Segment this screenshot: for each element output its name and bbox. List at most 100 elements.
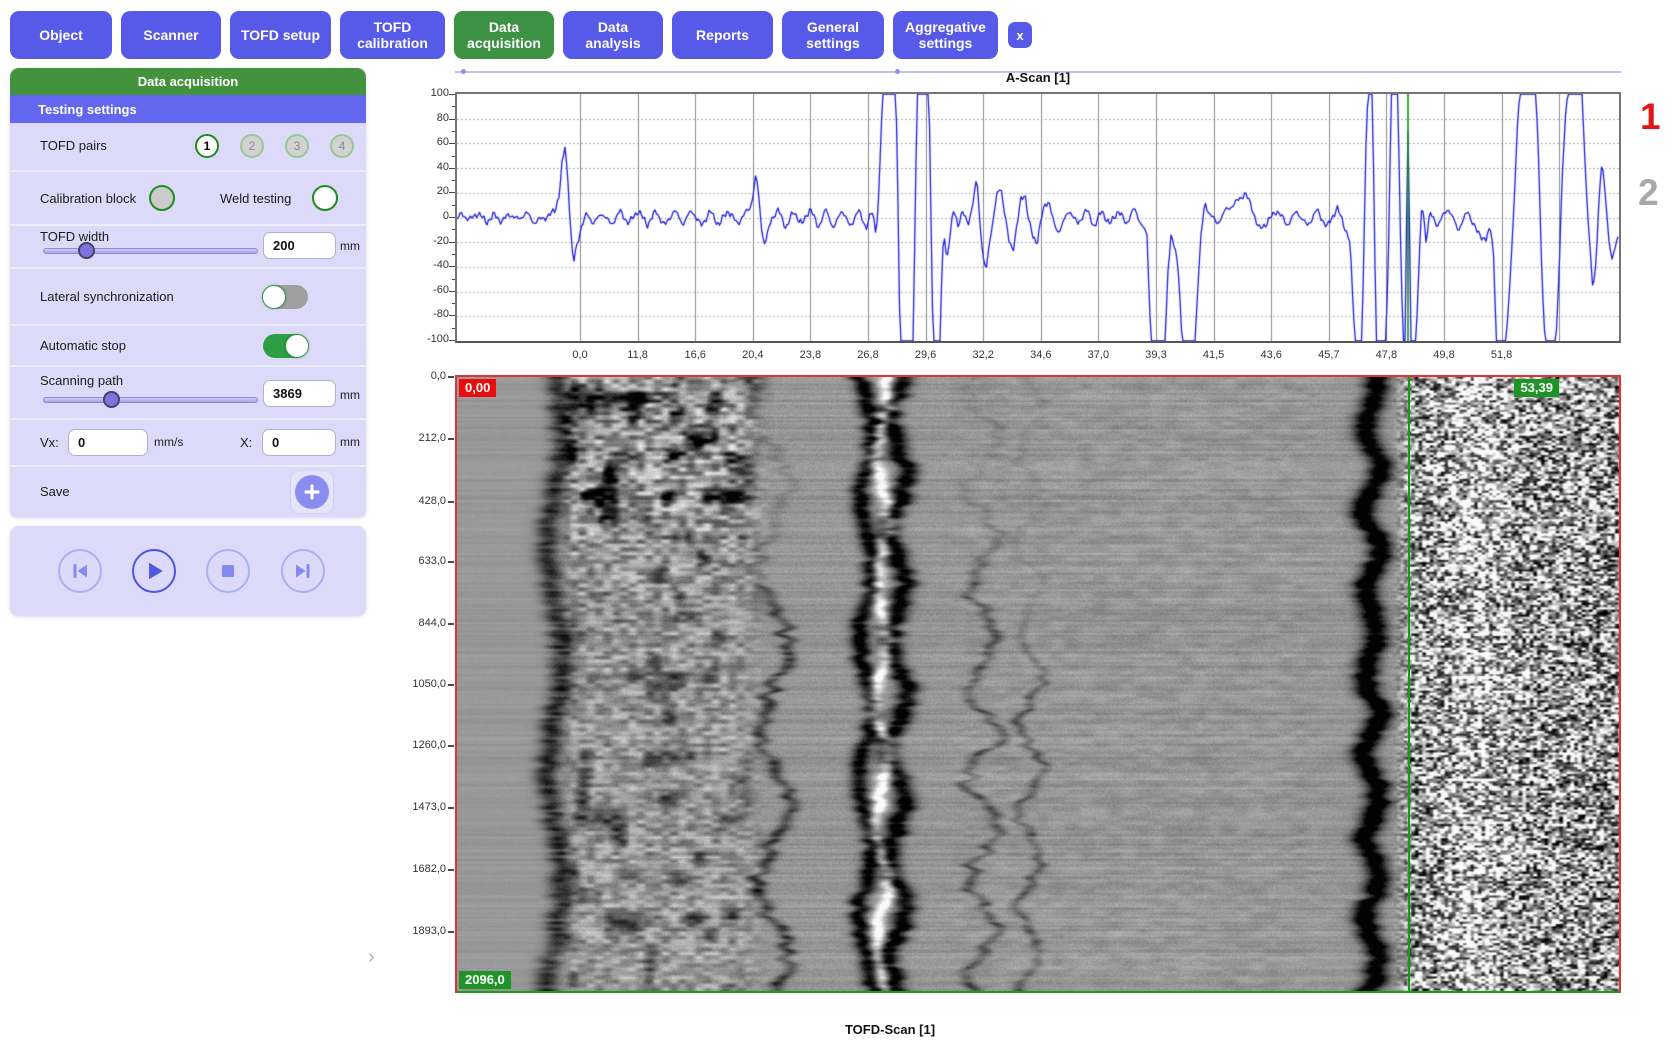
x-input[interactable] <box>262 429 336 456</box>
nav-button-data-acquisition[interactable]: Data acquisition <box>454 11 554 59</box>
vx-unit: mm/s <box>154 435 183 449</box>
tofd-width-input[interactable] <box>263 232 336 259</box>
ascan-y-tick-mark <box>449 340 455 341</box>
ascan-waveform-canvas[interactable] <box>457 94 1619 341</box>
close-button[interactable]: x <box>1008 22 1032 48</box>
vx-input[interactable] <box>68 429 148 456</box>
nav-button-tofd-calibration[interactable]: TOFD calibration <box>340 11 445 59</box>
ascan-y-tick-mark <box>452 205 455 206</box>
skip-to-start-button[interactable] <box>58 549 102 593</box>
resize-handle-icon[interactable]: › <box>368 946 375 969</box>
auto-stop-label: Automatic stop <box>40 338 126 353</box>
ascan-x-tick-label: 45,7 <box>1309 349 1349 361</box>
weld-testing-label: Weld testing <box>220 191 291 206</box>
nav-button-tofd-setup[interactable]: TOFD setup <box>230 11 331 59</box>
ascan-y-tick-mark <box>449 143 455 144</box>
skip-to-end-button[interactable] <box>281 549 325 593</box>
ascan-y-tick-mark <box>452 229 455 230</box>
nav-button-reports[interactable]: Reports <box>672 11 773 59</box>
lateral-sync-toggle-knob[interactable] <box>262 285 286 309</box>
tofd-pairs-label: TOFD pairs <box>40 138 107 153</box>
ascan-y-tick-label: 0 <box>405 210 449 222</box>
save-add-button[interactable] <box>290 470 334 514</box>
nav-button-data-analysis[interactable]: Data analysis <box>563 11 663 59</box>
row-test-mode: Calibration block Weld testing <box>10 172 366 226</box>
tofd-scan-image[interactable]: 0,00 53,39 2096,0 <box>455 375 1621 993</box>
tofd-y-tick-mark <box>448 745 454 747</box>
tofd-y-tick-label: 1050,0 <box>396 678 446 690</box>
ascan-y-tick-mark <box>452 328 455 329</box>
weld-testing-radio[interactable] <box>312 185 338 211</box>
playback-panel <box>10 526 366 616</box>
ascan-y-tick-mark <box>452 106 455 107</box>
ascan-x-tick-label: 34,6 <box>1021 349 1061 361</box>
tofd-y-tick-label: 1682,0 <box>396 863 446 875</box>
ascan-y-tick-mark <box>452 303 455 304</box>
lateral-sync-toggle[interactable] <box>263 285 308 309</box>
tofd-pair-1[interactable]: 1 <box>195 134 219 158</box>
nav-button-object[interactable]: Object <box>10 11 112 59</box>
ascan-x-tick-label: 0,0 <box>560 349 600 361</box>
ascan-x-tick-label: 29,6 <box>906 349 946 361</box>
tofd-pair-4[interactable]: 4 <box>330 134 354 158</box>
scanning-path-slider[interactable] <box>43 397 258 403</box>
ascan-x-tick-label: 37,0 <box>1078 349 1118 361</box>
tofd-y-tick-mark <box>448 561 454 563</box>
stop-icon <box>218 561 238 581</box>
lateral-sync-label: Lateral synchronization <box>40 289 174 304</box>
auto-stop-toggle[interactable] <box>263 334 308 358</box>
ascan-y-tick-mark <box>452 180 455 181</box>
skip-to-end-icon <box>293 561 313 581</box>
tofd-y-tick-mark <box>448 376 454 378</box>
row-lateral-sync: Lateral synchronization <box>10 269 366 326</box>
tofd-y-tick-mark <box>448 931 454 933</box>
sidebar-section-testing-settings[interactable]: Testing settings <box>10 95 366 123</box>
ascan-y-tick-mark <box>449 94 455 95</box>
tofd-pair-3[interactable]: 3 <box>285 134 309 158</box>
ascan-plot[interactable] <box>455 92 1621 343</box>
nav-button-general-settings[interactable]: General settings <box>782 11 884 59</box>
tofd-y-tick-mark <box>448 869 454 871</box>
tofd-y-tick-label: 1893,0 <box>396 925 446 937</box>
stop-button[interactable] <box>206 549 250 593</box>
ascan-x-tick-label: 51,8 <box>1482 349 1522 361</box>
calibration-block-radio[interactable] <box>149 185 175 211</box>
row-scanning-path: Scanning path mm <box>10 367 366 420</box>
ascan-x-tick-label: 41,5 <box>1194 349 1234 361</box>
channel-2-indicator[interactable]: 2 <box>1638 174 1659 211</box>
tofd-length-badge: 2096,0 <box>459 971 511 989</box>
calibration-block-label: Calibration block <box>40 191 136 206</box>
ascan-y-tick-mark <box>449 168 455 169</box>
scanning-path-slider-thumb[interactable] <box>103 391 120 408</box>
ascan-y-tick-mark <box>449 291 455 292</box>
ascan-y-tick-mark <box>449 315 455 316</box>
tofd-y-tick-label: 428,0 <box>396 495 446 507</box>
tofd-y-tick-mark <box>448 623 454 625</box>
tofd-width-slider[interactable] <box>43 248 258 254</box>
x-label: X: <box>240 435 252 450</box>
tofd-y-tick-mark <box>448 684 454 686</box>
scanning-path-input[interactable] <box>263 380 336 407</box>
ascan-title: A-Scan [1] <box>455 70 1621 85</box>
auto-stop-toggle-knob[interactable] <box>285 334 309 358</box>
vx-label: Vx: <box>40 435 59 450</box>
tofd-y-tick-label: 212,0 <box>396 432 446 444</box>
nav-button-scanner[interactable]: Scanner <box>121 11 221 59</box>
ascan-y-tick-label: 80 <box>405 112 449 124</box>
tofd-pair-2[interactable]: 2 <box>240 134 264 158</box>
ascan-y-tick-mark <box>452 131 455 132</box>
ascan-y-tick-mark <box>449 242 455 243</box>
tofd-width-slider-thumb[interactable] <box>78 242 95 259</box>
top-nav: ObjectScannerTOFD setupTOFD calibrationD… <box>0 0 1680 66</box>
channel-1-indicator[interactable]: 1 <box>1640 98 1661 135</box>
ascan-y-tick-label: -80 <box>405 308 449 320</box>
row-tofd-width: TOFD width mm <box>10 226 366 269</box>
tofd-cursor-line[interactable] <box>1408 377 1410 991</box>
ascan-y-tick-label: -20 <box>405 235 449 247</box>
ascan-y-tick-label: 40 <box>405 161 449 173</box>
play-button[interactable] <box>132 549 176 593</box>
tofd-bscan-canvas[interactable] <box>457 377 1619 991</box>
ascan-x-tick-label: 26,8 <box>848 349 888 361</box>
nav-button-aggregative-settings[interactable]: Aggregative settings <box>893 11 998 59</box>
ascan-x-tick-label: 39,3 <box>1136 349 1176 361</box>
